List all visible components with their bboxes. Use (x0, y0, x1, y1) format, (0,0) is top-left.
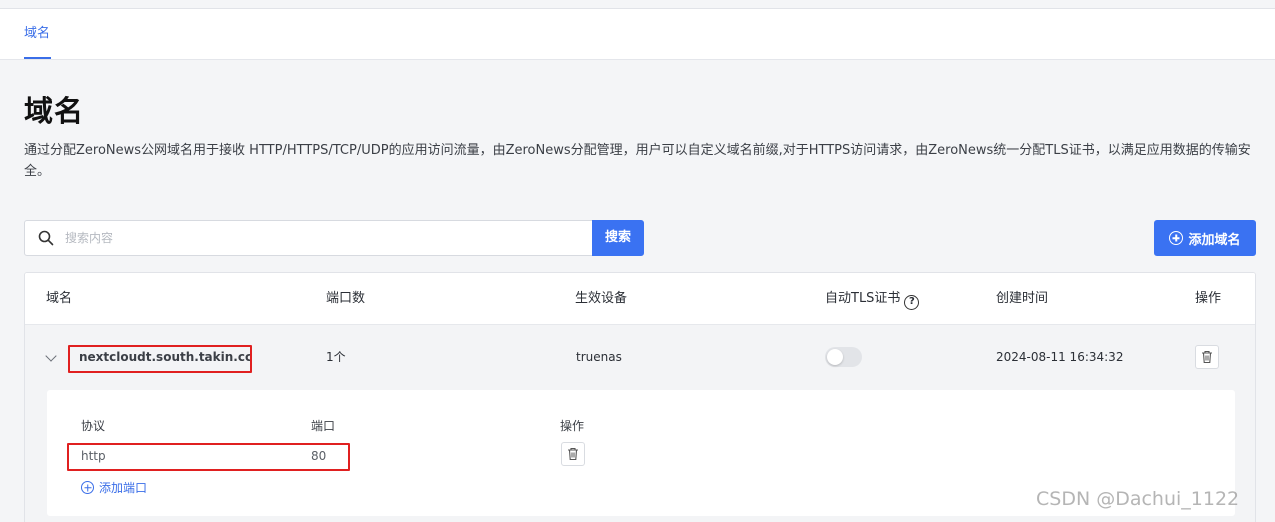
tab-active-indicator (24, 57, 51, 59)
ports-header-port: 端口 (311, 419, 336, 433)
delete-port-button[interactable] (561, 442, 585, 466)
top-border (0, 0, 1275, 9)
ports-header-actions: 操作 (560, 419, 585, 433)
highlight-box-domain (68, 345, 252, 373)
delete-domain-button[interactable] (1195, 345, 1219, 369)
trash-icon (1202, 350, 1212, 364)
highlight-box-port (67, 443, 350, 471)
column-header-actions: 操作 (1195, 291, 1222, 306)
plus-circle-icon (1169, 231, 1184, 245)
add-port-label: 添加端口 (99, 481, 148, 495)
toggle-knob (827, 349, 843, 365)
tab-domains[interactable]: 域名 (24, 9, 50, 60)
add-port-link[interactable]: 添加端口 (81, 479, 147, 496)
domains-table: 域名 端口数 生效设备 自动TLS证书? 创建时间 操作 nextcloudt.… (24, 272, 1256, 522)
watermark: CSDN @Dachui_1122 (1036, 488, 1240, 510)
add-domain-label: 添加域名 (1188, 232, 1241, 248)
search-button[interactable]: 搜索 (592, 220, 644, 256)
add-domain-button[interactable]: 添加域名 (1154, 220, 1256, 256)
device-name: truenas (576, 350, 622, 364)
search-input[interactable] (65, 221, 585, 255)
auto-tls-header-label: 自动TLS证书 (825, 291, 901, 306)
search-icon (38, 230, 54, 246)
search-box: 搜索 (24, 220, 644, 256)
auto-tls-toggle[interactable] (825, 347, 862, 367)
created-time: 2024-08-11 16:34:32 (996, 350, 1124, 364)
column-header-created: 创建时间 (996, 291, 1049, 306)
page-title: 域名 (24, 94, 85, 128)
port-count: 1个 (326, 350, 346, 364)
chevron-down-icon[interactable] (45, 350, 57, 362)
help-icon[interactable]: ? (904, 295, 920, 310)
trash-icon (568, 447, 578, 461)
plus-circle-icon (81, 481, 94, 494)
column-header-device: 生效设备 (575, 291, 628, 306)
column-header-auto-tls: 自动TLS证书? (825, 273, 920, 325)
table-header: 域名 端口数 生效设备 自动TLS证书? 创建时间 操作 (25, 273, 1255, 325)
column-header-domain: 域名 (46, 291, 73, 306)
ports-header-protocol: 协议 (81, 419, 106, 433)
tab-bar: 域名 (0, 9, 1275, 60)
page-description: 通过分配ZeroNews公网域名用于接收 HTTP/HTTPS/TCP/UDP的… (24, 143, 1251, 179)
column-header-ports: 端口数 (326, 291, 366, 306)
